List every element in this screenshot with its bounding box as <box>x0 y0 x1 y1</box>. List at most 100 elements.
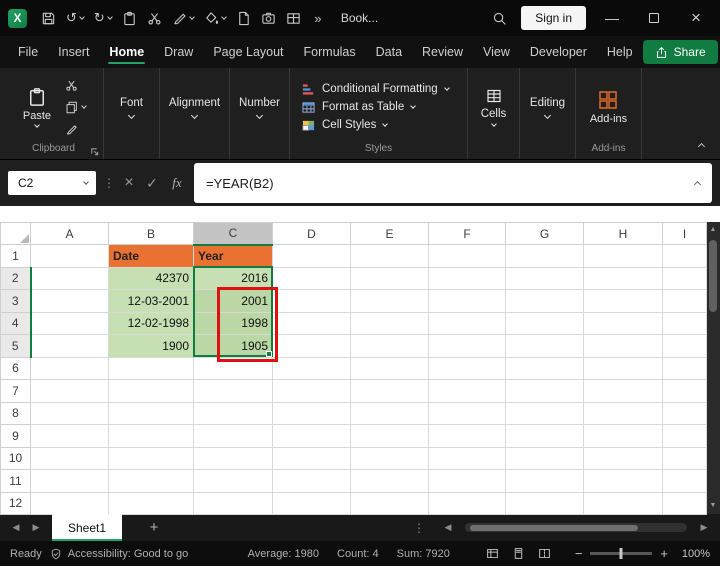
sign-in-button[interactable]: Sign in <box>521 6 586 30</box>
cell[interactable] <box>194 447 273 470</box>
row-header[interactable]: 2 <box>1 267 31 290</box>
cell[interactable] <box>584 312 663 335</box>
cell[interactable] <box>31 357 109 380</box>
row-header[interactable]: 5 <box>1 335 31 358</box>
cell[interactable] <box>506 267 584 290</box>
cell[interactable] <box>194 492 273 515</box>
cell[interactable] <box>351 267 429 290</box>
cell[interactable] <box>194 357 273 380</box>
column-header-g[interactable]: G <box>506 223 584 245</box>
editing-dropdown[interactable]: Editing <box>530 97 565 118</box>
cell[interactable] <box>429 380 506 403</box>
cell[interactable] <box>194 470 273 493</box>
cell[interactable] <box>31 380 109 403</box>
save-button[interactable] <box>37 5 60 31</box>
cell-styles-button[interactable]: Cell Styles <box>302 119 387 132</box>
cell[interactable] <box>109 380 194 403</box>
minimize-button[interactable]: — <box>596 3 628 33</box>
cell[interactable] <box>506 492 584 515</box>
cell[interactable] <box>584 492 663 515</box>
cell[interactable] <box>273 357 351 380</box>
cell[interactable] <box>31 402 109 425</box>
row-header[interactable]: 11 <box>1 470 31 493</box>
cell-c1[interactable]: Year <box>194 245 273 268</box>
cell[interactable] <box>31 447 109 470</box>
scroll-right-button[interactable]: ▶ <box>694 522 714 533</box>
cell[interactable] <box>351 357 429 380</box>
column-header-h[interactable]: H <box>584 223 663 245</box>
cell[interactable] <box>351 335 429 358</box>
tab-help[interactable]: Help <box>597 36 643 68</box>
cell[interactable] <box>663 402 707 425</box>
workbook-title[interactable]: Book... <box>341 11 378 25</box>
cell[interactable] <box>506 290 584 313</box>
cell[interactable] <box>429 245 506 268</box>
name-box[interactable]: C2 <box>8 171 96 195</box>
cell[interactable] <box>663 267 707 290</box>
tab-view[interactable]: View <box>473 36 520 68</box>
new-sheet-button[interactable]: + <box>144 519 164 536</box>
table-quick-button[interactable] <box>282 5 305 31</box>
select-all-corner[interactable] <box>1 223 31 245</box>
cell[interactable] <box>194 380 273 403</box>
cell[interactable] <box>31 470 109 493</box>
tab-developer[interactable]: Developer <box>520 36 597 68</box>
row-header[interactable]: 9 <box>1 425 31 448</box>
cell[interactable] <box>351 245 429 268</box>
vertical-scroll-thumb[interactable] <box>709 240 717 312</box>
cell[interactable] <box>584 425 663 448</box>
cell[interactable] <box>351 312 429 335</box>
cell[interactable] <box>584 447 663 470</box>
cell[interactable] <box>31 267 109 290</box>
cell[interactable] <box>663 492 707 515</box>
cell[interactable] <box>663 290 707 313</box>
tab-home[interactable]: Home <box>99 36 154 68</box>
cell[interactable] <box>351 402 429 425</box>
row-header[interactable]: 12 <box>1 492 31 515</box>
cell[interactable] <box>109 492 194 515</box>
cell[interactable] <box>31 335 109 358</box>
cell[interactable] <box>351 425 429 448</box>
cell[interactable] <box>273 335 351 358</box>
excel-logo-icon[interactable]: X <box>8 9 27 28</box>
cell[interactable] <box>109 425 194 448</box>
format-painter-quick-button[interactable] <box>168 5 198 31</box>
cell[interactable] <box>109 357 194 380</box>
cell[interactable] <box>663 380 707 403</box>
cell[interactable] <box>351 290 429 313</box>
tab-draw[interactable]: Draw <box>154 36 203 68</box>
normal-view-icon[interactable] <box>486 547 499 560</box>
cell[interactable] <box>31 245 109 268</box>
cell[interactable] <box>273 245 351 268</box>
cell[interactable] <box>506 380 584 403</box>
cell[interactable] <box>31 492 109 515</box>
cell[interactable] <box>584 470 663 493</box>
collapse-formula-bar-icon[interactable] <box>694 181 701 188</box>
cell-c2-active[interactable]: 2016 <box>194 267 273 290</box>
insert-function-button[interactable]: fx <box>167 175 187 191</box>
cell[interactable] <box>584 402 663 425</box>
cell[interactable] <box>506 447 584 470</box>
addins-button[interactable]: Add-ins <box>586 90 631 125</box>
prev-sheet-button[interactable]: ◀ <box>6 522 26 533</box>
cell-b1[interactable]: Date <box>109 245 194 268</box>
cell[interactable] <box>109 470 194 493</box>
row-header[interactable]: 10 <box>1 447 31 470</box>
sheet-options-icon[interactable]: ⋮ <box>413 521 425 535</box>
next-sheet-button[interactable]: ▶ <box>26 522 46 533</box>
row-header[interactable]: 6 <box>1 357 31 380</box>
cell-c4[interactable]: 1998 <box>194 312 273 335</box>
cell[interactable] <box>429 425 506 448</box>
cell-b3[interactable]: 12-03-2001 <box>109 290 194 313</box>
row-header[interactable]: 8 <box>1 402 31 425</box>
horizontal-scrollbar[interactable]: ⋮ ◀ ▶ <box>413 521 714 535</box>
cell[interactable] <box>429 470 506 493</box>
cell[interactable] <box>273 425 351 448</box>
alignment-dropdown[interactable]: Alignment <box>169 97 220 118</box>
zoom-in-button[interactable]: + <box>660 546 668 561</box>
cell[interactable] <box>31 425 109 448</box>
cell[interactable] <box>31 312 109 335</box>
cell[interactable] <box>663 425 707 448</box>
zoom-slider[interactable] <box>590 552 652 555</box>
horizontal-scroll-thumb[interactable] <box>470 525 638 531</box>
